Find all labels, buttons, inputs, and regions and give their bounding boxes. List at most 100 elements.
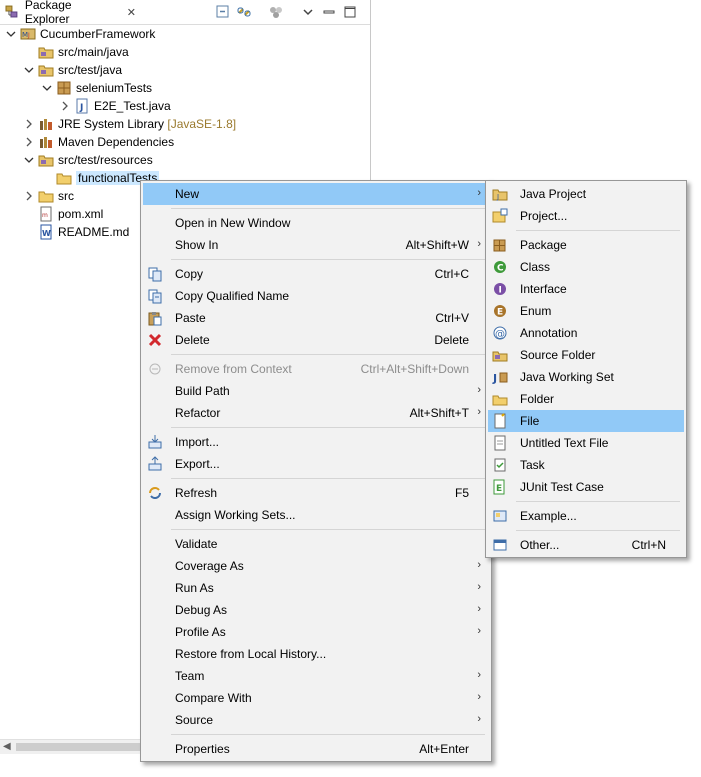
- menu-item-project[interactable]: Project...: [488, 205, 684, 227]
- submenu-arrow-icon: ›: [477, 713, 481, 725]
- menu-item-assign-working-sets[interactable]: Assign Working Sets...: [143, 504, 489, 526]
- menu-item-interface[interactable]: I Interface: [488, 278, 684, 300]
- class-icon: C: [494, 261, 506, 274]
- menu-item-build-path[interactable]: Build Path ›: [143, 380, 489, 402]
- submenu-arrow-icon: ›: [477, 384, 481, 396]
- menu-item-run-as[interactable]: Run As ›: [143, 577, 489, 599]
- menu-item-annotation[interactable]: @ Annotation: [488, 322, 684, 344]
- menu-item-export[interactable]: Export...: [143, 453, 489, 475]
- chevron-right-icon[interactable]: [60, 101, 70, 111]
- menu-item-class[interactable]: C Class: [488, 256, 684, 278]
- menu-item-other[interactable]: Other... Ctrl+N: [488, 534, 684, 556]
- tree-item[interactable]: JRE System Library [JavaSE-1.8]: [0, 115, 384, 133]
- menu-item-enum[interactable]: E Enum: [488, 300, 684, 322]
- refresh-icon: [149, 487, 161, 499]
- tree-item[interactable]: src/test/java: [0, 61, 384, 79]
- menu-item-properties[interactable]: Properties Alt+Enter: [143, 738, 489, 760]
- menu-item-junit-test-case[interactable]: E JUnit Test Case: [488, 476, 684, 498]
- menu-item-example[interactable]: Example...: [488, 505, 684, 527]
- scroll-left-icon[interactable]: ◀: [3, 741, 11, 752]
- new-folder-icon: [492, 395, 508, 406]
- untitled-text-file-icon: [494, 435, 506, 451]
- menu-item-compare-with[interactable]: Compare With ›: [143, 687, 489, 709]
- svg-text:J: J: [496, 193, 499, 201]
- menu-item-label: Package: [520, 238, 567, 252]
- menu-item-refresh[interactable]: Refresh F5: [143, 482, 489, 504]
- menu-item-label: File: [520, 414, 540, 428]
- menu-item-open-in-new-window[interactable]: Open in New Window: [143, 212, 489, 234]
- import-icon: [148, 435, 162, 449]
- menu-item-java-project[interactable]: J Java Project: [488, 183, 684, 205]
- menu-item-restore-from-local-history[interactable]: Restore from Local History...: [143, 643, 489, 665]
- tree-item-label: src/test/resources: [58, 153, 153, 167]
- export-icon: [148, 456, 162, 471]
- tree-item-text: README.md: [58, 225, 130, 239]
- chevron-right-icon[interactable]: [24, 191, 34, 201]
- menu-item-coverage-as[interactable]: Coverage As ›: [143, 555, 489, 577]
- menu-item-profile-as[interactable]: Profile As ›: [143, 621, 489, 643]
- chevron-down-icon[interactable]: [42, 83, 52, 93]
- junit-icon: E: [493, 479, 505, 495]
- chevron-right-icon[interactable]: [24, 119, 34, 129]
- menu-item-source[interactable]: Source ›: [143, 709, 489, 731]
- folder-icon: [38, 191, 54, 203]
- svg-text:I: I: [499, 286, 502, 296]
- menu-item-debug-as[interactable]: Debug As ›: [143, 599, 489, 621]
- menu-item-copy[interactable]: Copy Ctrl+C: [143, 263, 489, 285]
- tree-item-text: E2E_Test.java: [94, 99, 171, 113]
- view-menu-icon[interactable]: [300, 4, 316, 20]
- menu-item-folder[interactable]: Folder: [488, 388, 684, 410]
- maximize-icon[interactable]: [342, 4, 358, 20]
- menu-item-file[interactable]: File: [488, 410, 684, 432]
- tree-item[interactable]: src/test/resources: [0, 151, 384, 169]
- menu-item-import[interactable]: Import...: [143, 431, 489, 453]
- chevron-down-icon[interactable]: [24, 65, 34, 75]
- menu-item-validate[interactable]: Validate: [143, 533, 489, 555]
- menu-item-java-working-set[interactable]: J Java Working Set: [488, 366, 684, 388]
- close-icon[interactable]: ✕: [127, 6, 136, 19]
- tree-item[interactable]: seleniumTests: [0, 79, 402, 97]
- collapse-all-icon[interactable]: [215, 4, 231, 20]
- tree-item-label: README.md: [58, 225, 129, 239]
- menu-separator: [171, 529, 485, 530]
- link-with-editor-icon[interactable]: [236, 4, 252, 20]
- horizontal-scrollbar[interactable]: ◀: [0, 739, 150, 754]
- menu-item-paste[interactable]: Paste Ctrl+V: [143, 307, 489, 329]
- tree-item[interactable]: Maven Dependencies: [0, 133, 384, 151]
- tree-item[interactable]: src/main/java: [0, 43, 384, 61]
- menu-item-copy-qualified-name[interactable]: Copy Qualified Name: [143, 285, 489, 307]
- tree-item[interactable]: J E2E_Test.java: [0, 97, 420, 115]
- menu-item-label: Annotation: [520, 326, 578, 340]
- chevron-down-icon[interactable]: [6, 29, 16, 39]
- menu-item-show-in[interactable]: Show In Alt+Shift+W ›: [143, 234, 489, 256]
- tree-item-label: Maven Dependencies: [58, 135, 174, 149]
- focus-on-task-icon[interactable]: [268, 4, 284, 20]
- menu-item-label: Java Working Set: [520, 370, 614, 384]
- menu-item-label: Refresh: [175, 486, 218, 500]
- menu-item-label: Assign Working Sets...: [175, 508, 296, 522]
- menu-separator: [171, 427, 485, 428]
- menu-item-task[interactable]: Task: [488, 454, 684, 476]
- tree-item-label: src: [58, 189, 74, 203]
- chevron-right-icon[interactable]: [24, 137, 34, 147]
- svg-text:E: E: [496, 484, 502, 494]
- menu-item-team[interactable]: Team ›: [143, 665, 489, 687]
- svg-text:W: W: [42, 229, 51, 238]
- menu-item-source-folder[interactable]: Source Folder: [488, 344, 684, 366]
- menu-item-refactor[interactable]: Refactor Alt+Shift+T ›: [143, 402, 489, 424]
- tree-item[interactable]: M J CucumberFramework: [0, 25, 366, 43]
- chevron-down-icon[interactable]: [24, 155, 34, 165]
- menu-item-shortcut: Ctrl+C: [434, 267, 469, 281]
- menu-item-untitled-text-file[interactable]: Untitled Text File: [488, 432, 684, 454]
- menu-item-new[interactable]: New ›: [143, 183, 489, 205]
- tree-item-text: pom.xml: [58, 207, 104, 221]
- delete-icon: [148, 333, 162, 347]
- minimize-icon[interactable]: [321, 4, 337, 20]
- menu-item-delete[interactable]: Delete Delete: [143, 329, 489, 351]
- scroll-thumb[interactable]: [16, 743, 144, 751]
- example-icon: [493, 510, 507, 522]
- menu-item-package[interactable]: Package: [488, 234, 684, 256]
- package-explorer-tab[interactable]: Package Explorer ✕: [2, 0, 136, 26]
- menu-item-label: Interface: [520, 282, 567, 296]
- tree-item-label: JRE System Library [JavaSE-1.8]: [58, 117, 236, 131]
